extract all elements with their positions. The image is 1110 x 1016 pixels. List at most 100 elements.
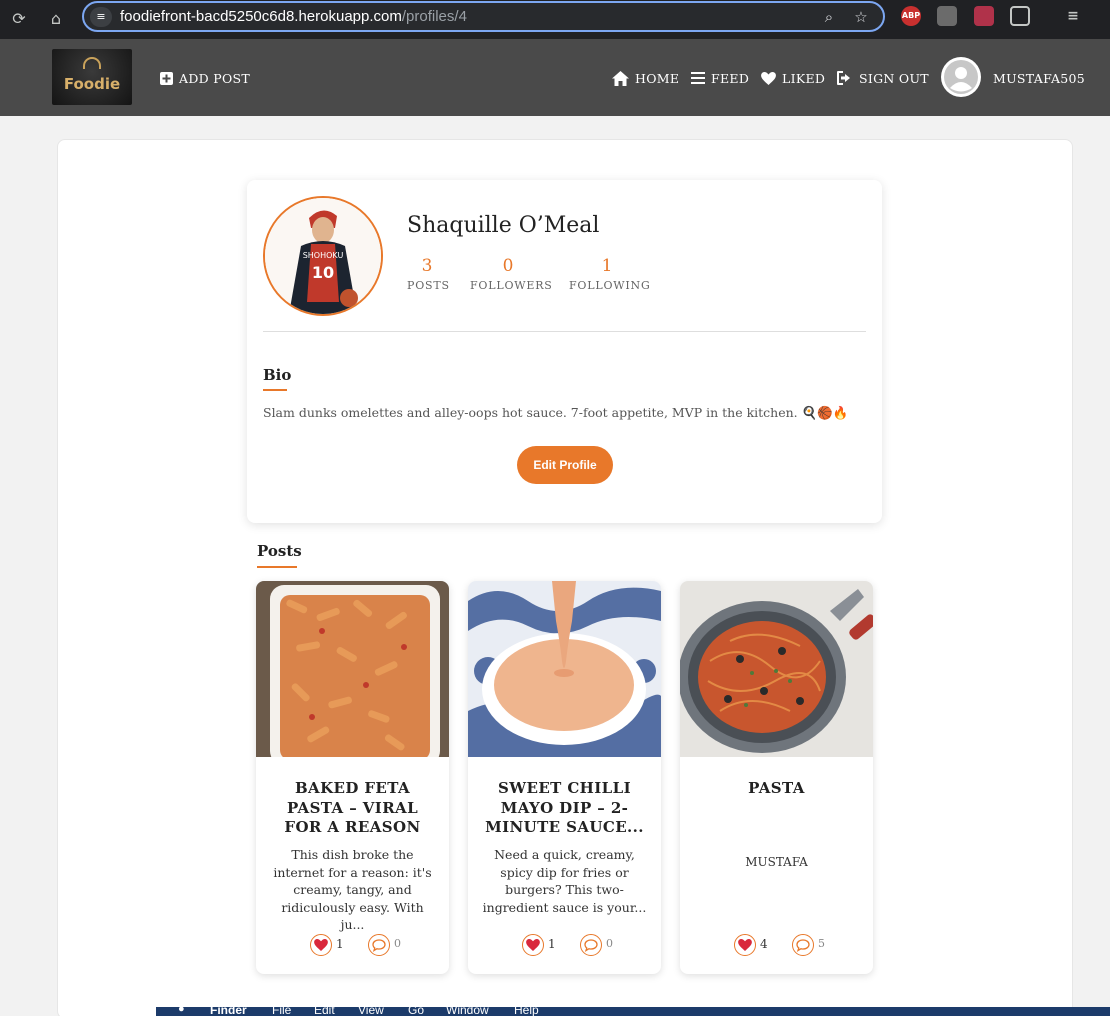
add-post-link[interactable]: ADD POST <box>160 68 250 88</box>
like-button[interactable] <box>310 934 332 956</box>
post-title[interactable]: PASTA <box>690 779 863 799</box>
os-menu-view[interactable]: View <box>358 1007 384 1016</box>
post-actions: 1 0 <box>256 934 449 958</box>
profile-card: SHOHOKU 10 Shaquille O’Meal 3 POSTS 0 FO… <box>247 180 882 523</box>
heart-icon <box>314 939 328 951</box>
following-stat[interactable]: 1 FOLLOWING <box>569 256 651 292</box>
post-card[interactable]: SWEET CHILLI MAYO DIP – 2-MINUTE SAUCE..… <box>468 581 661 974</box>
svg-text:10: 10 <box>312 263 334 282</box>
bio-text: Slam dunks omelettes and alley-oops hot … <box>263 405 849 420</box>
zoom-icon[interactable]: ⌕ <box>818 6 840 28</box>
post-image-baked-feta-pasta[interactable] <box>256 581 449 757</box>
home-link[interactable]: HOME <box>612 68 679 88</box>
adblock-extension-icon[interactable]: ABP <box>901 6 921 26</box>
os-menu-window[interactable]: Window <box>446 1007 489 1016</box>
reload-icon[interactable]: ⟳ <box>6 6 32 32</box>
home-icon[interactable]: ⌂ <box>43 6 69 32</box>
os-menu-go[interactable]: Go <box>408 1007 424 1016</box>
feed-label: FEED <box>711 70 750 86</box>
foodie-logo[interactable]: Foodie <box>52 49 132 105</box>
like-count: 4 <box>760 937 768 951</box>
like-button[interactable] <box>522 934 544 956</box>
posts-heading: Posts <box>257 542 302 560</box>
extension-icon[interactable] <box>937 6 957 26</box>
like-count: 1 <box>336 937 344 951</box>
dip-bowl-image <box>468 581 661 757</box>
comment-bubble-icon <box>372 938 386 952</box>
os-menu-help[interactable]: Help <box>514 1007 539 1016</box>
username-link[interactable]: MUSTAFA505 <box>993 68 1085 88</box>
bio-underline <box>263 389 287 391</box>
post-description: This dish broke the internet for a reaso… <box>273 847 432 932</box>
post-description: Need a quick, creamy, spicy dip for frie… <box>482 847 647 915</box>
comment-count: 5 <box>818 937 825 950</box>
post-actions: 4 5 <box>680 934 873 958</box>
add-post-label: ADD POST <box>179 70 251 86</box>
like-button[interactable] <box>734 934 756 956</box>
comment-button[interactable] <box>580 934 602 956</box>
sign-out-link[interactable]: SIGN OUT <box>837 68 929 88</box>
edit-profile-button[interactable]: Edit Profile <box>517 446 613 484</box>
posts-label: POSTS <box>407 279 450 292</box>
default-avatar-icon <box>944 60 978 94</box>
sign-out-icon <box>837 71 850 85</box>
comment-button[interactable] <box>368 934 390 956</box>
profile-name: Shaquille O’Meal <box>407 213 600 238</box>
followers-count: 0 <box>502 256 514 276</box>
logo-text: Foodie <box>63 75 121 93</box>
bio-heading: Bio <box>263 366 292 384</box>
home-label: HOME <box>635 70 680 86</box>
posts-count: 3 <box>421 256 433 276</box>
heart-icon <box>526 939 540 951</box>
url-text[interactable]: foodiefront-bacd5250c6d8.herokuapp.com/p… <box>120 8 467 25</box>
apple-menu-icon[interactable]: ● <box>178 1007 185 1015</box>
post-image-pasta[interactable] <box>680 581 873 757</box>
bars-icon <box>691 72 705 84</box>
logo-dome-icon <box>83 57 101 69</box>
os-menu-finder[interactable]: Finder <box>210 1007 247 1016</box>
username-label: MUSTAFA505 <box>993 70 1086 86</box>
sign-out-label: SIGN OUT <box>859 70 929 86</box>
divider <box>263 331 866 332</box>
post-author[interactable]: MUSTAFA <box>680 855 873 869</box>
comment-count: 0 <box>606 937 613 950</box>
extension-icon[interactable] <box>974 6 994 26</box>
app-navbar: Foodie ADD POST HOME FEED LIKED SIGN OUT… <box>0 39 1110 116</box>
pasta-dish-image <box>256 581 449 757</box>
address-bar[interactable]: ≡ foodiefront-bacd5250c6d8.herokuapp.com… <box>82 1 885 32</box>
os-menubar: ● Finder File Edit View Go Window Help <box>156 1007 1110 1016</box>
heart-icon <box>761 71 776 85</box>
extensions-puzzle-icon[interactable] <box>1010 6 1030 26</box>
comment-bubble-icon <box>796 938 810 952</box>
user-avatar[interactable] <box>941 57 981 97</box>
os-menu-edit[interactable]: Edit <box>314 1007 335 1016</box>
like-count: 1 <box>548 937 556 951</box>
site-settings-icon[interactable]: ≡ <box>90 7 112 27</box>
posts-stat: 3 POSTS <box>407 256 450 292</box>
following-count: 1 <box>601 256 613 276</box>
post-title[interactable]: BAKED FETA PASTA – VIRAL FOR A REASON <box>266 779 439 838</box>
liked-link[interactable]: LIKED <box>761 68 825 88</box>
profile-avatar: SHOHOKU 10 <box>263 196 383 316</box>
heart-icon <box>738 939 752 951</box>
post-image-sweet-chilli-mayo[interactable] <box>468 581 661 757</box>
profile-avatar-illustration: SHOHOKU 10 <box>265 198 381 314</box>
post-title[interactable]: SWEET CHILLI MAYO DIP – 2-MINUTE SAUCE..… <box>478 779 651 838</box>
following-label: FOLLOWING <box>569 279 651 292</box>
plus-square-icon <box>160 71 173 85</box>
followers-label: FOLLOWERS <box>470 279 553 292</box>
feed-link[interactable]: FEED <box>691 68 749 88</box>
comment-bubble-icon <box>584 938 598 952</box>
post-card[interactable]: PASTA MUSTAFA 4 5 <box>680 581 873 974</box>
post-card[interactable]: BAKED FETA PASTA – VIRAL FOR A REASON Th… <box>256 581 449 974</box>
os-menu-file[interactable]: File <box>272 1007 291 1016</box>
browser-toolbar: ⟳ ⌂ ≡ foodiefront-bacd5250c6d8.herokuapp… <box>0 0 1110 39</box>
comment-count: 0 <box>394 937 401 950</box>
home-icon <box>612 70 629 86</box>
followers-stat[interactable]: 0 FOLLOWERS <box>470 256 553 292</box>
media-control-icon[interactable]: ≡ <box>1063 6 1083 26</box>
posts-underline <box>257 566 297 568</box>
bookmark-star-icon[interactable]: ☆ <box>850 6 872 28</box>
liked-label: LIKED <box>782 70 826 86</box>
comment-button[interactable] <box>792 934 814 956</box>
